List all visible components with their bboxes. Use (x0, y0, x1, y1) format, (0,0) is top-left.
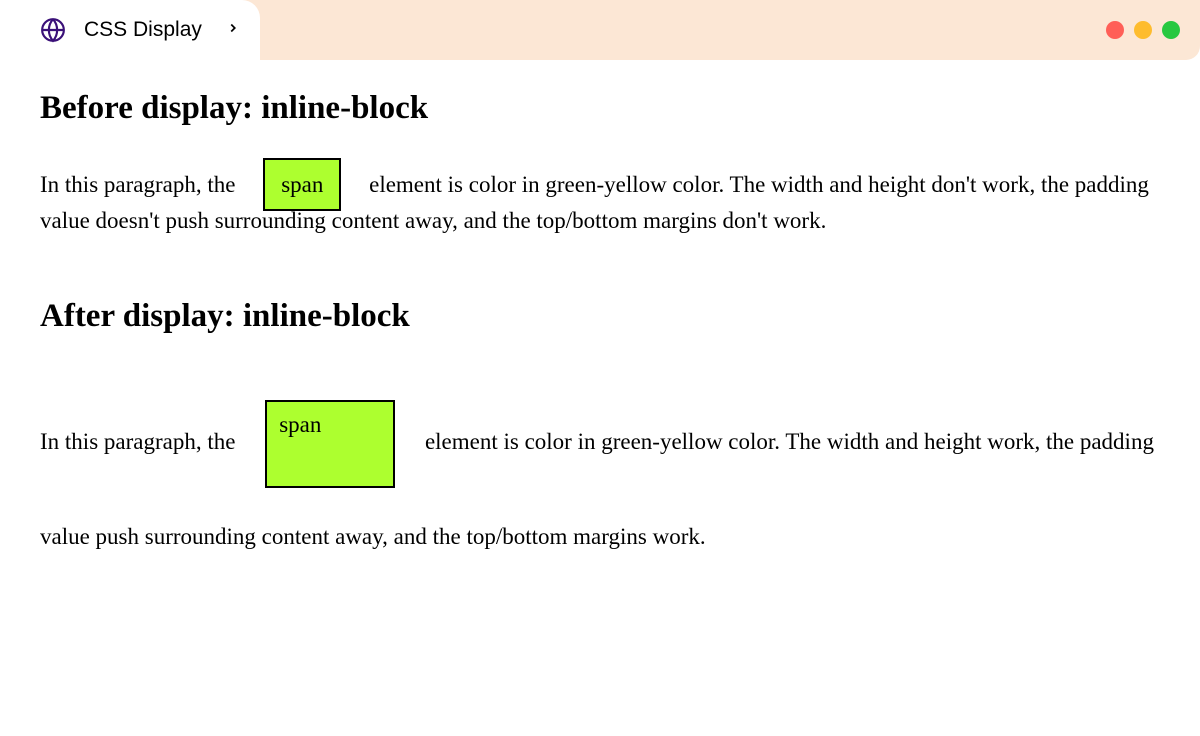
browser-tab[interactable]: CSS Display (0, 0, 260, 60)
close-window-button[interactable] (1106, 21, 1124, 39)
chevron-right-icon (226, 19, 240, 41)
maximize-window-button[interactable] (1162, 21, 1180, 39)
paragraph-after: In this paragraph, the span element is c… (40, 395, 1160, 584)
browser-bar: CSS Display (0, 0, 1200, 60)
inline-block-span-demo: span (265, 400, 395, 488)
heading-before: Before display: inline-block (40, 90, 1160, 127)
page-content: Before display: inline-block In this par… (0, 60, 1200, 624)
globe-icon (40, 17, 66, 43)
window-controls (1106, 21, 1180, 39)
tab-title: CSS Display (84, 18, 202, 42)
minimize-window-button[interactable] (1134, 21, 1152, 39)
text-before-2: In this paragraph, the (40, 429, 241, 454)
heading-after: After display: inline-block (40, 298, 1160, 335)
text-before-1: In this paragraph, the (40, 172, 241, 197)
inline-span-demo: span (263, 158, 341, 211)
paragraph-before: In this paragraph, the span element is c… (40, 167, 1160, 238)
